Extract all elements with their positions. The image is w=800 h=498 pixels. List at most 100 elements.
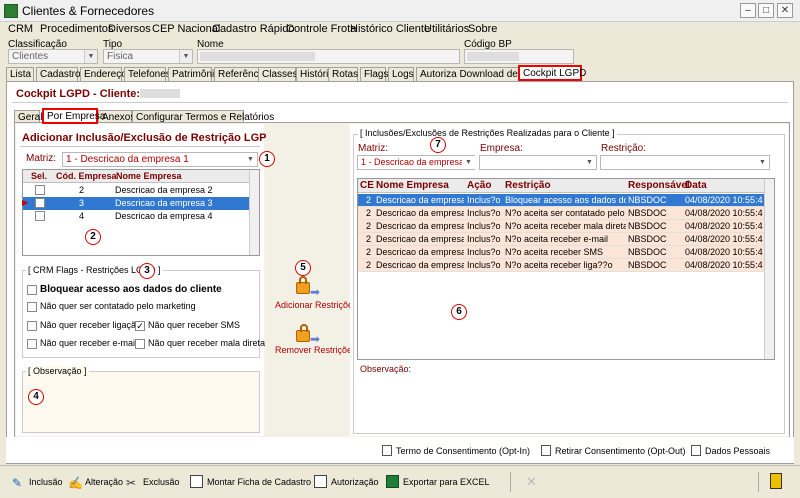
cell-acao: Inclus?o bbox=[467, 208, 501, 218]
flag-label: Não quer ser contatado pelo marketing bbox=[40, 301, 196, 311]
col-data: Data bbox=[685, 180, 707, 191]
checkbox[interactable] bbox=[35, 211, 45, 221]
app-icon bbox=[4, 4, 18, 18]
scrollbar[interactable] bbox=[249, 170, 259, 255]
cancel-icon[interactable]: ✕ bbox=[526, 474, 537, 490]
observacao-group[interactable] bbox=[22, 371, 260, 433]
flag-label: Bloquear acesso aos dados do cliente bbox=[40, 284, 222, 295]
checkbox[interactable] bbox=[27, 321, 37, 331]
matriz-label: Matriz: bbox=[26, 153, 56, 164]
tab-classes[interactable]: Classes bbox=[258, 67, 298, 81]
restricao-select[interactable] bbox=[600, 155, 770, 170]
tab-rotas[interactable]: Rotas bbox=[328, 67, 358, 81]
remover-restricoes-button[interactable]: Remover Restrições bbox=[275, 345, 357, 355]
maximize-button[interactable]: □ bbox=[758, 3, 774, 18]
chevron-down-icon[interactable]: ▼ bbox=[756, 156, 769, 169]
scrollbar[interactable] bbox=[764, 179, 774, 359]
checkbox[interactable] bbox=[135, 339, 145, 349]
cell-nome: Descricao da empresa 2 bbox=[376, 221, 464, 231]
menu-diversos[interactable]: Diversos bbox=[108, 23, 151, 35]
cell-acao: Inclus?o bbox=[467, 260, 501, 270]
menu-cadastro-rapido[interactable]: Cadastro Rápido bbox=[212, 23, 295, 35]
table-row[interactable]: 2 Descricao da empresa 2 Inclus?o N?o aceit… bbox=[358, 233, 764, 246]
chevron-down-icon[interactable]: ▼ bbox=[84, 50, 97, 63]
menu-procedimentos[interactable]: Procedimentos bbox=[40, 23, 113, 35]
right-obs-label: Observação: bbox=[360, 364, 412, 374]
checkbox[interactable] bbox=[27, 302, 37, 312]
cell-nome: Descricao da empresa 3 bbox=[115, 198, 213, 208]
checkbox[interactable] bbox=[35, 185, 45, 195]
close-button[interactable]: ✕ bbox=[777, 3, 793, 18]
chevron-down-icon[interactable]: ▼ bbox=[462, 156, 475, 169]
checkbox[interactable]: ✓ bbox=[135, 321, 145, 331]
chevron-down-icon[interactable]: ▼ bbox=[583, 156, 596, 169]
table-row[interactable]: 2 Descricao da empresa 2 Inclus?o Bloquear … bbox=[358, 194, 764, 207]
cell-acao: Inclus?o bbox=[467, 247, 501, 257]
cell-responsavel: NBSDOC bbox=[628, 247, 667, 257]
table-row[interactable]: 2 Descricao da empresa 2 Inclus?o N?o aceit… bbox=[358, 207, 764, 220]
adicionar-restricoes-button[interactable]: Adicionar Restrições bbox=[275, 300, 358, 310]
menu-controle-frota[interactable]: Controle Frota bbox=[286, 23, 356, 35]
cell-responsavel: NBSDOC bbox=[628, 208, 667, 218]
tab-autoriza-download-xml[interactable]: Autoriza Download de XML bbox=[416, 67, 541, 81]
cell-data: 04/08/2020 10:55:47 bbox=[685, 247, 763, 257]
button-label: Inclusão bbox=[29, 477, 63, 487]
menu-crm[interactable]: CRM bbox=[8, 23, 33, 35]
tab-flags[interactable]: Flags bbox=[360, 67, 388, 81]
pencil-plus-icon: ✎ bbox=[12, 476, 23, 490]
restricoes-table: CE Nome Empresa Ação Restrição Responsáv… bbox=[357, 178, 775, 360]
right-matriz-select[interactable]: 1 - Descricao da empresa 1 bbox=[357, 155, 475, 170]
cell-nome: Descricao da empresa 2 bbox=[376, 260, 464, 270]
table-row[interactable]: 2 Descricao da empresa 2 Inclus?o N?o aceit… bbox=[358, 220, 764, 233]
toolbar-separator bbox=[758, 472, 759, 492]
right-matriz-label: Matriz: bbox=[358, 143, 388, 154]
dados-pessoais-link[interactable]: Dados Pessoais bbox=[705, 446, 770, 456]
cell-acao: Inclus?o bbox=[467, 195, 501, 205]
checkbox[interactable] bbox=[27, 339, 37, 349]
cell-responsavel: NBSDOC bbox=[628, 195, 667, 205]
cell-ce: 2 bbox=[366, 234, 372, 244]
table-row[interactable]: ▶ ✓ 3 Descricao da empresa 3 bbox=[22, 197, 249, 210]
exit-door-icon[interactable] bbox=[770, 473, 782, 489]
checkbox[interactable] bbox=[27, 285, 37, 295]
tab-lista[interactable]: Lista bbox=[6, 67, 34, 81]
cell-ce: 2 bbox=[366, 195, 372, 205]
tab-logs[interactable]: Logs bbox=[388, 67, 414, 81]
cell-cod: 3 bbox=[79, 198, 85, 208]
cell-restricao: N?o aceita receber liga??o bbox=[505, 260, 613, 270]
cockpit-title: Cockpit LGPD - Cliente: bbox=[16, 88, 141, 100]
retirar-consentimento-link[interactable]: Retirar Consentimento (Opt-Out) bbox=[555, 446, 686, 456]
tab-telefones[interactable]: Telefones bbox=[124, 67, 171, 81]
chevron-down-icon[interactable]: ▼ bbox=[244, 153, 257, 166]
menu-sobre[interactable]: Sobre bbox=[468, 23, 497, 35]
minimize-button[interactable]: – bbox=[740, 3, 756, 18]
chevron-down-icon[interactable]: ▼ bbox=[179, 50, 192, 63]
table-row[interactable]: 4 Descricao da empresa 4 bbox=[23, 210, 249, 223]
arrow-right-icon: ➡ bbox=[310, 332, 321, 346]
col-nome-empresa: Nome Empresa bbox=[116, 171, 182, 181]
cell-restricao: N?o aceita receber SMS bbox=[505, 247, 604, 257]
tab-cadastro[interactable]: Cadastro bbox=[36, 67, 81, 81]
empresa-table: Sel. Cód. Empresa Nome Empresa 2 Descrica… bbox=[22, 169, 260, 256]
bottom-toolbar: ✎ Inclusão ✍ Alteração ✂ Exclusão Montar… bbox=[0, 465, 800, 498]
menu-cep-nacional[interactable]: CEP Nacional bbox=[152, 23, 220, 35]
empresa-select[interactable] bbox=[479, 155, 597, 170]
cell-nome: Descricao da empresa 2 bbox=[376, 234, 464, 244]
tab-endereco[interactable]: Endereço bbox=[80, 67, 127, 81]
matriz-select[interactable]: 1 - Descricao da empresa 1 bbox=[62, 152, 258, 167]
lock-shackle bbox=[299, 276, 307, 284]
termo-consentimento-link[interactable]: Termo de Consentimento (Opt-In) bbox=[396, 446, 530, 456]
tab-por-empresa[interactable]: Por Empresa bbox=[42, 108, 105, 124]
table-row[interactable]: 2 Descricao da empresa 2 bbox=[23, 184, 249, 197]
checkbox[interactable]: ✓ bbox=[35, 198, 45, 208]
tab-cockpit-lgpd[interactable]: Cockpit LGPD bbox=[518, 65, 586, 81]
menu-utilitarios[interactable]: Utilitários bbox=[424, 23, 469, 35]
table-row[interactable]: 2 Descricao da empresa 2 Inclus?o N?o aceit… bbox=[358, 246, 764, 259]
menu-historico-cliente[interactable]: Histórico Cliente bbox=[350, 23, 430, 35]
cell-ce: 2 bbox=[366, 221, 372, 231]
document-icon bbox=[541, 445, 551, 456]
col-acao: Ação bbox=[467, 180, 492, 191]
menu-bar: CRM Procedimentos Diversos CEP Nacional … bbox=[0, 22, 800, 38]
table-row[interactable]: 2 Descricao da empresa 2 Inclus?o N?o aceit… bbox=[358, 259, 764, 272]
tab-patrimonio[interactable]: Patrimônio bbox=[168, 67, 220, 81]
